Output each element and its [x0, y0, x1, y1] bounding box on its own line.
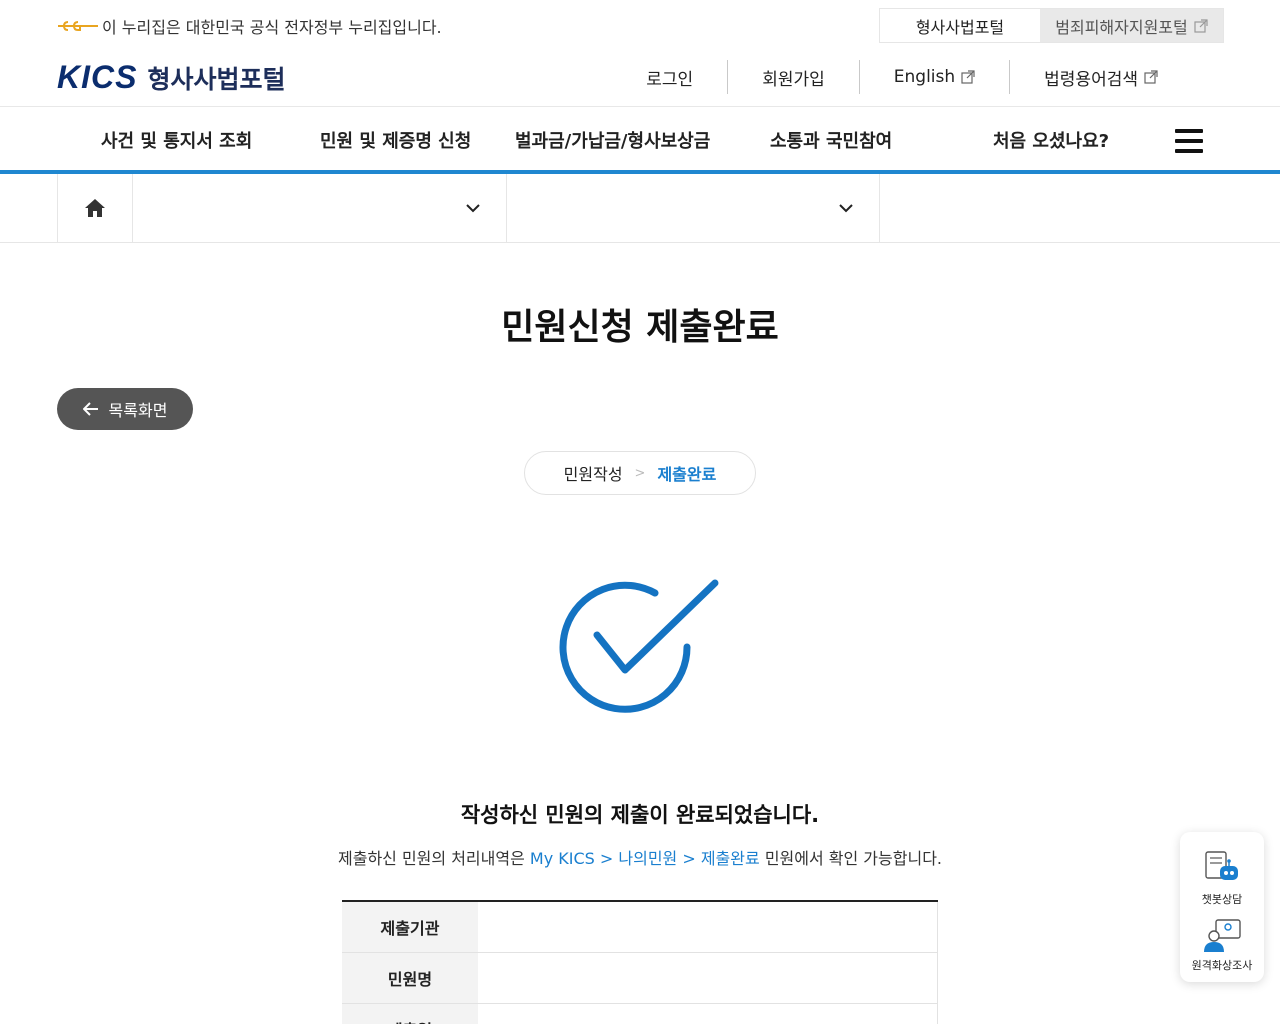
signup-link[interactable]: 회원가입 — [727, 60, 859, 94]
signup-label: 회원가입 — [762, 69, 825, 90]
completion-submessage: 제출하신 민원의 처리내역은 My KICS > 나의민원 > 제출완료 민원에… — [0, 845, 1280, 869]
row-label-agency: 제출기관 — [342, 902, 478, 952]
table-row: 민원명 — [342, 953, 938, 1004]
table-row: 제출일 — [342, 1004, 938, 1024]
menu-hamburger-icon[interactable] — [1175, 129, 1203, 153]
completion-sub-before: 제출하신 민원의 처리내역은 — [338, 849, 530, 868]
progress-steps: 민원작성 > 제출완료 — [524, 451, 756, 495]
chatbot-icon — [1205, 851, 1238, 880]
main-navigation: 사건 및 통지서 조회 민원 및 제증명 신청 벌과금/가납금/형사보상금 소통… — [0, 106, 1280, 174]
back-to-list-button[interactable]: 목록화면 — [57, 388, 193, 430]
row-label-petition-name: 민원명 — [342, 953, 478, 1003]
site-logo[interactable]: KICS 형사사법포털 — [57, 59, 285, 96]
gnb-item-fines[interactable]: 벌과금/가납금/형사보상금 — [515, 127, 710, 153]
logo-mark-text: KICS — [57, 59, 138, 95]
home-icon — [85, 199, 105, 217]
my-kics-link[interactable]: My KICS > 나의민원 > 제출완료 — [530, 849, 760, 868]
legal-terms-label: 법령용어검색 — [1044, 69, 1138, 90]
completion-sub-after: 민원에서 확인 가능합니다. — [759, 849, 942, 868]
english-label: English — [893, 67, 956, 87]
portal-victim-support-link[interactable]: 범죄피해자지원포털 — [1040, 9, 1223, 42]
page-title: 민원신청 제출완료 — [501, 307, 779, 348]
gnb-item-case-inquiry[interactable]: 사건 및 통지서 조회 — [101, 127, 252, 153]
remote-video-icon — [1204, 919, 1241, 952]
chatbot-label: 챗봇상담 — [1201, 893, 1243, 906]
gov-banner-text: 이 누리집은 대한민국 공식 전자정부 누리집입니다. — [58, 14, 442, 38]
remote-video-button[interactable]: 원격화상조사 — [1180, 914, 1264, 973]
floating-side-widget: 챗봇상담 원격화상조사 — [1180, 832, 1264, 982]
step-separator: > — [634, 465, 646, 481]
gnb-item-first-visit[interactable]: 처음 오셨나요? — [993, 127, 1109, 153]
back-to-list-label: 목록화면 — [108, 401, 168, 420]
step-complete: 제출완료 — [657, 465, 717, 484]
external-link-icon — [1194, 18, 1208, 33]
legal-terms-link[interactable]: 법령용어검색 — [1009, 60, 1192, 94]
utility-links: 로그인 회원가입 English 법령용어검색 — [612, 60, 1192, 94]
check-complete-icon — [559, 579, 719, 713]
step-write: 민원작성 — [563, 465, 623, 484]
row-value-submit-date — [478, 1004, 938, 1024]
login-label: 로그인 — [646, 69, 694, 90]
login-link[interactable]: 로그인 — [612, 60, 727, 94]
submission-info-table: 제출기관 민원명 제출일 — [342, 900, 938, 1024]
home-button[interactable] — [57, 174, 133, 242]
arrow-left-icon — [82, 402, 98, 416]
gov-emblem-icon — [58, 21, 98, 31]
english-link[interactable]: English — [858, 60, 1009, 94]
gov-banner: 이 누리집은 대한민국 공식 전자정부 누리집입니다. 형사사법포털 범죄피해자… — [0, 0, 1280, 50]
portal-victim-support-label: 범죄피해자지원포털 — [1055, 17, 1188, 37]
portal-current-tab[interactable]: 형사사법포털 — [880, 9, 1040, 42]
external-link-icon — [1144, 70, 1158, 84]
breadcrumb-dropdown-2[interactable] — [507, 174, 880, 242]
gnb-item-participation[interactable]: 소통과 국민참여 — [770, 127, 892, 153]
breadcrumb — [0, 174, 1280, 243]
row-value-agency — [478, 902, 938, 952]
header: KICS 형사사법포털 로그인 회원가입 English 법령용어검색 — [0, 50, 1280, 106]
gov-banner-label: 이 누리집은 대한민국 공식 전자정부 누리집입니다. — [102, 18, 442, 37]
portal-switch: 형사사법포털 범죄피해자지원포털 — [879, 8, 1224, 43]
completion-message: 작성하신 민원의 제출이 완료되었습니다. — [460, 803, 820, 827]
chevron-down-icon — [839, 204, 853, 213]
logo-title: 형사사법포털 — [147, 64, 286, 94]
remote-video-label: 원격화상조사 — [1191, 959, 1253, 972]
logo-mark: KICS — [57, 59, 137, 96]
gnb-item-civil-petition[interactable]: 민원 및 제증명 신청 — [320, 127, 471, 153]
external-link-icon — [961, 70, 975, 84]
breadcrumb-dropdown-1[interactable] — [133, 174, 507, 242]
table-row: 제출기관 — [342, 902, 938, 953]
row-value-petition-name — [478, 953, 938, 1003]
chatbot-button[interactable]: 챗봇상담 — [1180, 848, 1264, 907]
row-label-submit-date: 제출일 — [342, 1004, 478, 1024]
chevron-down-icon — [466, 204, 480, 213]
